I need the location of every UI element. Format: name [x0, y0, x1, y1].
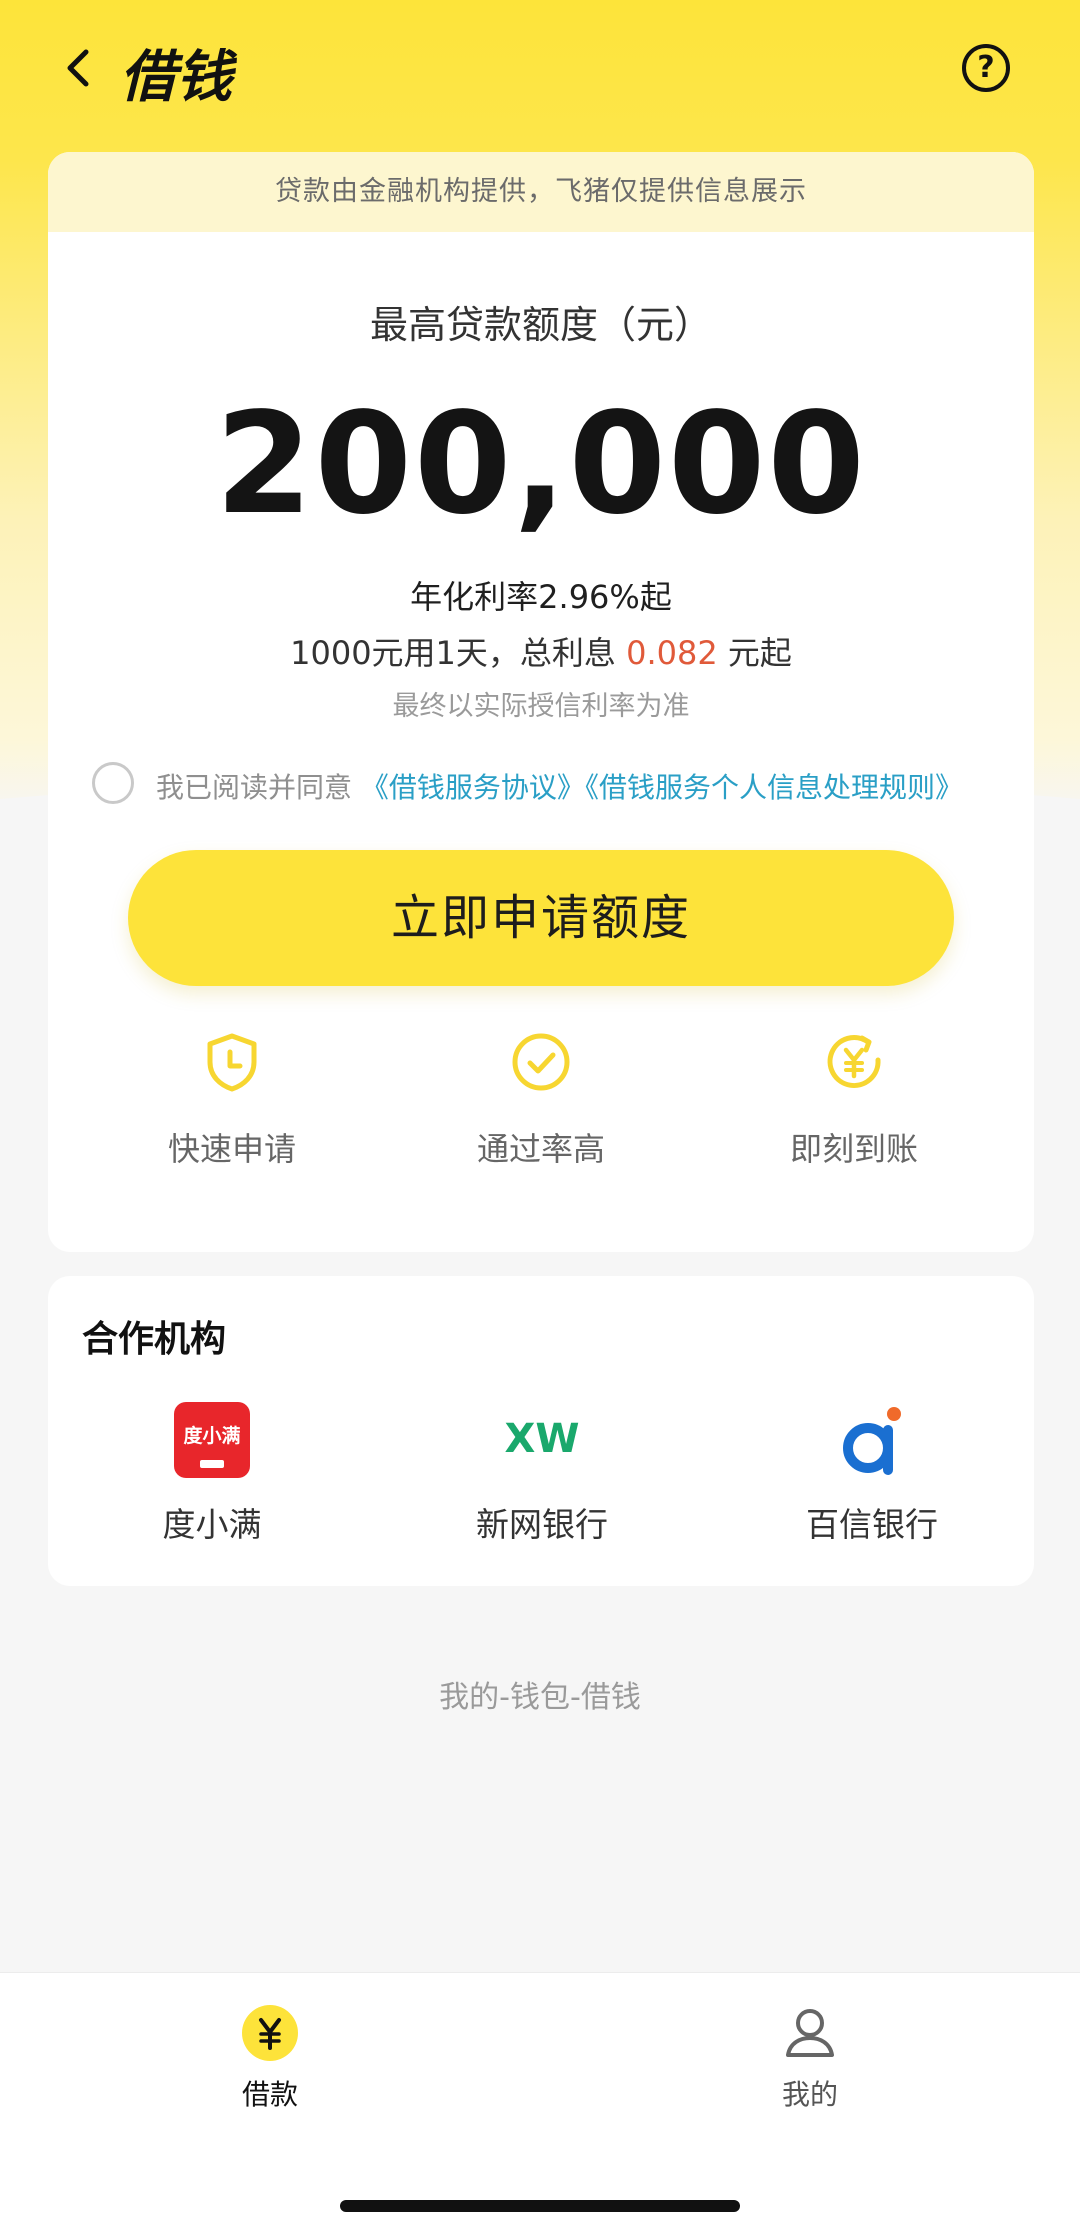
feature-fast-apply: 快速申请 [82, 1030, 382, 1170]
partner-title: 合作机构 [82, 1319, 227, 1360]
duxiaoman-logo: 度小满 [174, 1402, 250, 1478]
limit-amount: 200,000 [215, 383, 867, 546]
tab-loan[interactable]: 借款 [170, 2003, 370, 2113]
feature-label: 快速申请 [167, 1130, 296, 1168]
agreement-prefix: 我已阅读并同意 [156, 771, 353, 804]
notice-bar: 贷款由金融机构提供，飞猪仅提供信息展示 [48, 152, 1034, 232]
tab-label: 借款 [241, 2078, 298, 2111]
back-arrow-icon[interactable] [56, 44, 104, 92]
yuan-refresh-icon [827, 1035, 881, 1088]
home-indicator [340, 2200, 740, 2212]
interest-suffix: 元起 [727, 634, 792, 672]
loan-card: 贷款由金融机构提供，飞猪仅提供信息展示 最高贷款额度（元） 200,000 年化… [48, 152, 1034, 1252]
agreement-row: 我已阅读并同意 《借钱服务协议》《借钱服务个人信息处理规则》 [92, 760, 1032, 810]
privacy-rules-link[interactable]: 《借钱服务个人信息处理规则》 [585, 771, 963, 804]
feature-instant-payout: 即刻到账 [704, 1030, 1004, 1170]
baixin-logo [843, 1407, 901, 1475]
check-circle-icon [512, 1033, 570, 1091]
agreement-text: 我已阅读并同意 《借钱服务协议》《借钱服务个人信息处理规则》 [156, 766, 963, 806]
navigation-path: 我的-钱包-借钱 [439, 1680, 641, 1715]
feature-label: 即刻到账 [789, 1130, 918, 1168]
loan-page: 借钱 ? 贷款由金融机构提供，飞猪仅提供信息展示 最高贷款额度（元） 200,0… [0, 0, 1080, 2235]
partner-name: 度小满 [162, 1505, 262, 1544]
tab-bar: 借款 我的 [0, 1972, 1080, 2235]
xinwang-logo: XW [505, 1416, 580, 1462]
yuan-icon [242, 2005, 298, 2061]
apply-button[interactable]: 立即申请额度 [128, 850, 954, 986]
partner-name: 新网银行 [476, 1505, 608, 1544]
shield-clock-icon [207, 1033, 257, 1092]
interest-prefix: 1000元用1天，总利息 [290, 634, 616, 672]
partner-name: 百信银行 [806, 1505, 938, 1544]
feature-list: 快速申请 通过率高 即刻到账 [48, 1030, 1034, 1180]
tab-mine[interactable]: 我的 [710, 2003, 910, 2113]
service-agreement-link[interactable]: 《借钱服务协议》 [361, 771, 585, 804]
partner-baixin[interactable]: 百信银行 [742, 1400, 1002, 1546]
interest-example: 1000元用1天，总利息 0.082 元起 [48, 628, 1034, 674]
xinwang-logo-text: XW [505, 1416, 580, 1462]
feature-label: 通过率高 [476, 1130, 605, 1168]
annual-rate: 年化利率2.96%起 [410, 578, 672, 616]
help-icon[interactable]: ? [962, 44, 1010, 92]
agreement-checkbox[interactable] [92, 762, 134, 804]
duxiaoman-logo-text: 度小满 [183, 1424, 240, 1447]
partner-xinwang[interactable]: XW 新网银行 [412, 1400, 672, 1546]
partner-duxiaoman[interactable]: 度小满 度小满 [82, 1400, 342, 1546]
tab-label: 我的 [781, 2078, 838, 2111]
user-icon [786, 2009, 834, 2057]
page-title: 借钱 [120, 45, 232, 110]
header: 借钱 ? [0, 0, 1080, 150]
rate-disclaimer: 最终以实际授信利率为准 [392, 691, 690, 722]
partner-card: 合作机构 度小满 度小满 XW 新网银行 百信银行 [48, 1276, 1034, 1586]
limit-label: 最高贷款额度（元） [369, 303, 712, 347]
feature-high-approval: 通过率高 [391, 1030, 691, 1170]
interest-value: 0.082 [626, 634, 718, 672]
